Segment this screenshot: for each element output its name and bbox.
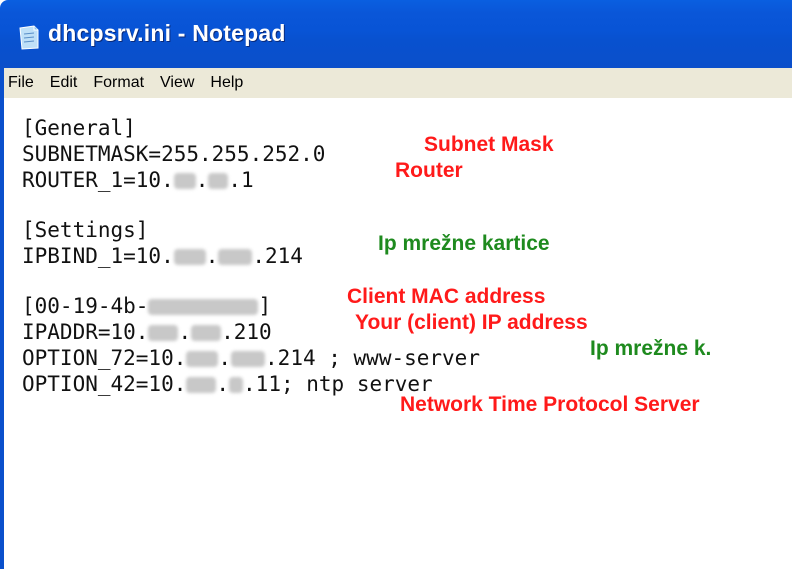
menu-view[interactable]: View: [152, 68, 202, 98]
text-line: OPTION_72=10.. .214 ; www-server: [22, 346, 480, 370]
text-line: [Settings]: [22, 218, 149, 242]
notepad-icon: [19, 25, 39, 50]
redacted-blur: [173, 173, 196, 189]
window-title: dhcpsrv.ini - Notepad: [48, 20, 286, 46]
text-line: OPTION_42=10.. .11; ntp server: [22, 372, 433, 396]
redacted-blur: [173, 249, 206, 265]
text-line: IPADDR=10.. .210: [22, 320, 272, 344]
annotation-ntp: Network Time Protocol Server: [400, 393, 700, 416]
annotation-client-ip: Your (client) IP address: [355, 311, 588, 334]
text-line: SUBNETMASK=255.255.252.0: [22, 142, 326, 166]
annotation-client-mac: Client MAC address: [347, 285, 546, 308]
menu-bar: File Edit Format View Help: [0, 68, 792, 98]
annotation-router: Router: [395, 159, 463, 182]
annotation-subnet-mask: Subnet Mask: [424, 133, 554, 156]
redacted-blur: [148, 325, 179, 341]
title-bar[interactable]: dhcpsrv.ini - Notepad: [0, 0, 792, 68]
menu-help[interactable]: Help: [202, 68, 251, 98]
menu-edit[interactable]: Edit: [42, 68, 86, 98]
menu-file[interactable]: File: [4, 68, 42, 98]
redacted-blur: [231, 351, 266, 367]
redacted-blur: [218, 249, 253, 265]
text-line: [00-19-4b-]: [22, 294, 272, 318]
text-line: IPBIND_1=10.. .214: [22, 244, 303, 268]
menu-format[interactable]: Format: [85, 68, 152, 98]
redacted-blur: [229, 377, 244, 393]
redacted-blur: [186, 377, 217, 393]
annotation-ip-card-short: Ip mrežne k.: [590, 337, 712, 360]
annotation-ip-card: Ip mrežne kartice: [378, 232, 550, 255]
redacted-blur: [186, 351, 219, 367]
redacted-blur: [208, 173, 229, 189]
redacted-blur: [191, 325, 222, 341]
text-line: ROUTER_1=10.. .1: [22, 168, 254, 192]
text-line: [General]: [22, 116, 136, 140]
redacted-blur: [148, 299, 259, 315]
